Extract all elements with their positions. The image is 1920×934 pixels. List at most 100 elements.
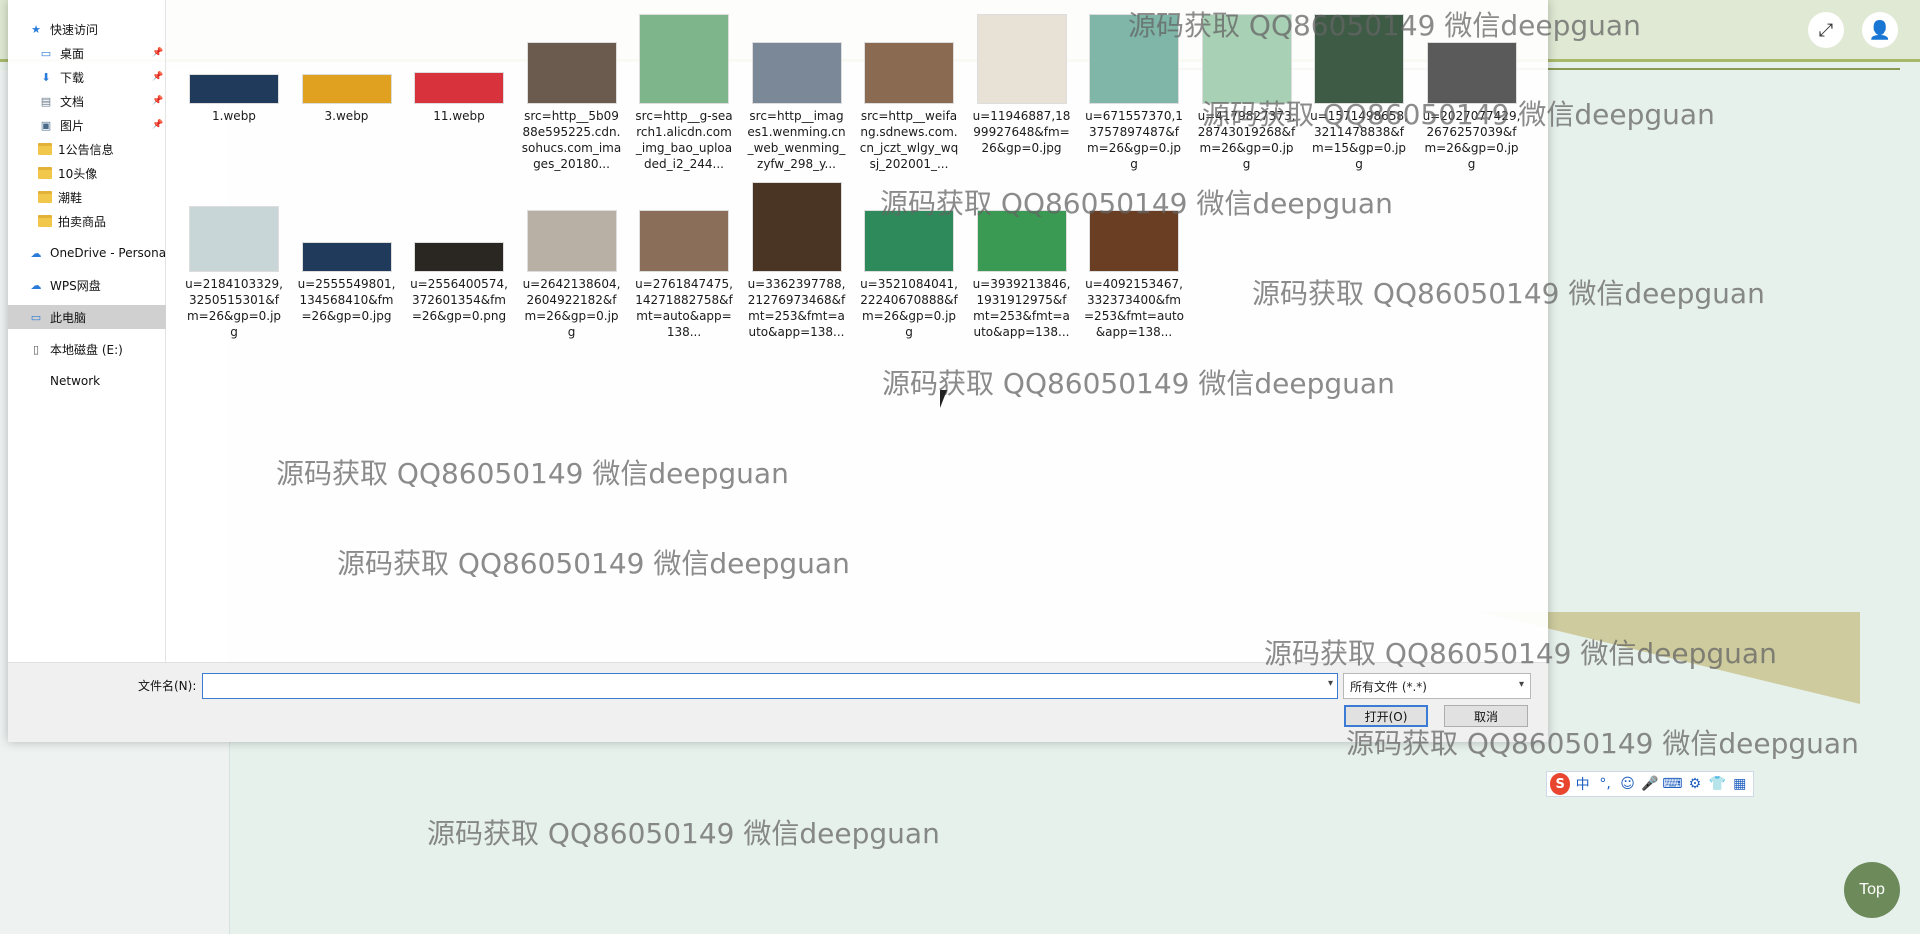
file-thumbnail [864,210,954,272]
user-icon[interactable]: 👤 [1862,12,1898,48]
file-name: u=2761847475,14271882758&fmt=auto&app=13… [635,277,733,339]
ime-chinese-mode[interactable]: 中 [1572,773,1592,795]
file-thumbnail [976,14,1067,104]
file-thumbnail [1426,42,1517,104]
pin-icon: 📌 [152,72,164,82]
microphone-icon[interactable]: 🎤 [1640,773,1660,795]
nav-item[interactable]: 10头像 [8,161,166,185]
nav-item-label: 此电脑 [50,310,87,325]
file-item[interactable]: u=4092153467,332373400&fm=253&fmt=auto&a… [1080,210,1188,340]
file-name: u=1571498658,3211478838&fm=15&gp=0.jpg [1310,109,1408,171]
file-item[interactable]: u=2184103329,3250515301&fm=26&gp=0.jpg [180,206,288,340]
nav-item[interactable]: 拍卖商品 [8,209,166,233]
pin-icon: 📌 [152,96,164,106]
nav-item[interactable]: ▤ 文档 📌 [8,89,166,113]
file-item[interactable]: u=3362397788,21276973468&fmt=253&fmt=aut… [743,182,851,340]
nav-item[interactable]: ▭ 此电脑 [8,305,166,329]
filename-combobox[interactable]: ▾ [202,673,1338,699]
nav-item-label: 图片 [60,118,85,133]
chevron-down-icon[interactable]: ▾ [1328,678,1333,689]
file-list: 1.webp 3.webp 11.webp src=http__5b0988e5952… [180,8,1548,658]
file-thumbnail [1089,210,1179,272]
file-thumbnail [526,42,617,104]
filetype-select[interactable]: 所有文件 (*.*) ▾ [1343,673,1531,699]
open-button[interactable]: 打开(O) [1344,705,1428,727]
keyboard-icon[interactable]: ⌨ [1662,773,1682,795]
nav-item[interactable]: ▯ 本地磁盘 (E:) [8,337,166,361]
network-icon [28,374,44,388]
settings-icon[interactable]: ⚙ [1685,773,1705,795]
file-thumbnail [526,210,617,272]
document-icon: ▤ [40,94,52,108]
nav-item-label: 下载 [60,70,85,85]
filetype-value: 所有文件 (*.*) [1350,679,1427,694]
file-name: 1.webp [212,109,256,123]
nav-item[interactable]: ▭ 桌面 📌 [8,41,166,65]
nav-item-label: 10头像 [58,166,98,181]
file-thumbnail [639,14,729,104]
toolbox-icon[interactable]: ▦ [1730,773,1750,795]
file-name: u=3939213846,1931912975&fmt=253&fmt=auto… [972,277,1071,339]
cancel-button[interactable]: 取消 [1444,705,1528,727]
sogou-logo-icon[interactable]: S [1550,773,1571,795]
file-item[interactable]: u=2556400574,372601354&fm=26&gp=0.png [405,242,513,324]
nav-item[interactable]: ☁ WPS网盘 [8,273,166,297]
nav-item-label: 快速访问 [50,22,99,37]
file-item[interactable]: u=3939213846,1931912975&fmt=253&fmt=auto… [968,210,1076,340]
file-name: u=2556400574,372601354&fm=26&gp=0.png [410,277,508,323]
nav-item[interactable]: ▣ 图片 📌 [8,113,166,137]
nav-item-label: Network [50,374,101,388]
file-thumbnail [1201,14,1292,104]
file-item[interactable]: 3.webp [293,74,401,124]
skin-icon[interactable]: 👕 [1707,773,1727,795]
emoji-icon[interactable]: ☺ [1617,773,1637,795]
file-item[interactable]: src=http__images1.wenming.cn_web_wenming… [743,42,851,172]
fullscreen-icon[interactable]: ⤢ [1808,12,1844,48]
file-name: src=http__weifang.sdnews.com.cn_jczt_wlg… [859,109,959,171]
file-thumbnail [189,74,279,104]
file-thumbnail [751,182,842,272]
nav-item[interactable]: 潮鞋 [8,185,166,209]
ime-toolbar: S 中 °, ☺ 🎤 ⌨ ⚙ 👕 ▦ [1546,771,1754,797]
file-item[interactable]: u=3521084041,22240670888&fm=26&gp=0.jpg [855,210,963,340]
nav-item-label: 拍卖商品 [58,214,107,229]
pin-icon: 📌 [152,48,164,58]
file-item[interactable]: src=http__weifang.sdnews.com.cn_jczt_wlg… [855,42,963,172]
file-item[interactable]: src=http__5b0988e595225.cdn.sohucs.com_i… [518,42,626,172]
file-item[interactable]: u=2761847475,14271882758&fmt=auto&app=13… [630,210,738,340]
file-thumbnail [189,206,279,272]
nav-item-label: OneDrive - Persona [50,246,166,260]
back-to-top-button[interactable]: Top [1844,862,1900,918]
file-name: u=4092153467,332373400&fm=253&fmt=auto&a… [1084,277,1184,339]
nav-item[interactable]: 1公告信息 [8,137,166,161]
nav-item[interactable]: ⬇ 下载 📌 [8,65,166,89]
file-name: src=http__g-search1.alicdn.com_img_bao_u… [635,109,733,171]
filename-input[interactable] [203,674,1313,698]
file-item[interactable]: u=2555549801,134568410&fm=26&gp=0.jpg [293,242,401,324]
file-thumbnail [414,72,504,104]
file-item[interactable]: u=1571498658,3211478838&fm=15&gp=0.jpg [1305,14,1413,172]
file-item[interactable]: 11.webp [405,72,513,124]
star-icon: ★ [31,22,41,36]
nav-item-label: WPS网盘 [50,278,101,293]
file-item[interactable]: 1.webp [180,74,288,124]
ime-punctuation-icon[interactable]: °, [1595,773,1615,795]
file-name: 11.webp [433,109,485,123]
download-icon: ⬇ [41,70,51,84]
file-name: u=3362397788,21276973468&fmt=253&fmt=aut… [747,277,846,339]
chevron-down-icon: ▾ [1518,679,1524,690]
file-name: u=671557370,13757897487&fm=26&gp=0.jpg [1085,109,1183,171]
file-name: u=2027077429,2676257039&fm=26&gp=0.jpg [1422,109,1521,171]
cloud-icon: ☁ [30,278,42,292]
file-item[interactable]: u=671557370,13757897487&fm=26&gp=0.jpg [1080,14,1188,172]
file-item[interactable]: u=4179827373,28743019268&fm=26&gp=0.jpg [1193,14,1301,172]
nav-item[interactable]: ★ 快速访问 [8,17,166,41]
file-item[interactable]: u=2027077429,2676257039&fm=26&gp=0.jpg [1418,42,1526,172]
mouse-cursor-icon [940,390,947,408]
file-item[interactable]: u=11946887,1899927648&fm=26&gp=0.jpg [968,14,1076,156]
nav-item[interactable]: Network [8,369,166,393]
file-item[interactable]: src=http__g-search1.alicdn.com_img_bao_u… [630,14,738,172]
file-thumbnail [1314,14,1404,104]
file-item[interactable]: u=2642138604,2604922182&fm=26&gp=0.jpg [518,210,626,340]
nav-item[interactable]: ☁ OneDrive - Persona [8,241,167,265]
